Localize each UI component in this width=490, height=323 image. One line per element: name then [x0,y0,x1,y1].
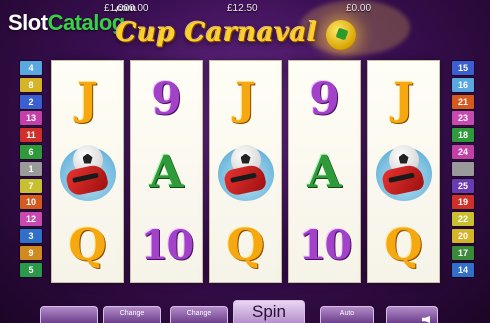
right-payline-badge[interactable]: 25 [452,178,474,193]
left-payline-badge[interactable]: 4 [20,61,42,75]
change-lines-button[interactable]: Change [103,306,161,323]
symbol-A: A [289,136,360,209]
football-symbol-icon [210,136,281,209]
right-payline-badge[interactable]: 17 [452,245,474,260]
symbol-9: 9 [289,63,360,136]
jackpot-3: £0.00 [346,3,372,14]
reel-1: JQ [52,61,123,282]
right-payline-badge[interactable]: 18 [452,128,474,143]
spin-button[interactable]: Spin [233,300,305,323]
left-payline-badge[interactable]: 9 [20,245,42,260]
symbol-Q: Q [52,209,123,282]
symbol-label: 9 [309,74,340,125]
symbol-J: J [368,63,439,136]
football-symbol-icon [52,136,123,209]
symbol-10: 10 [289,209,360,282]
right-payline-badge[interactable]: 21 [452,94,474,109]
auto-button[interactable]: Auto [320,306,374,323]
left-payline-badge[interactable]: 1 [20,161,42,176]
left-payline-badge[interactable]: 8 [20,77,42,92]
reel-5: JQ [368,61,439,282]
symbol-9: 9 [131,63,202,136]
football-icon [326,20,356,50]
symbol-A: A [131,136,202,209]
reel-2: 9 A 10 [131,61,202,282]
left-payline-badge[interactable]: 13 [20,111,42,126]
game-screen: SlotCatalog .com £1,000.00 £12.50 £0.00 … [0,0,490,323]
symbol-J: J [210,63,281,136]
symbol-Q: Q [368,209,439,282]
right-payline-badge[interactable]: 15 [452,61,474,75]
football-symbol-icon [368,136,439,209]
left-corner-button[interactable] [40,306,98,323]
left-payline-badge[interactable]: 5 [20,262,42,277]
reel-3: JQ [210,61,281,282]
symbol-label: J [393,74,414,125]
symbol-label: Q [226,220,265,271]
symbol-label: Q [68,220,107,271]
symbol-label: A [307,147,342,198]
left-payline-badge[interactable]: 3 [20,229,42,243]
right-payline-badge[interactable]: 20 [452,229,474,243]
right-payline-badge[interactable]: 19 [452,195,474,210]
right-payline-badge[interactable]: 24 [452,145,474,159]
right-payline-badge[interactable] [452,161,474,176]
left-payline-badge[interactable]: 7 [20,178,42,193]
symbol-label: 10 [298,222,353,269]
symbol-Q: Q [210,209,281,282]
right-payline-badge[interactable]: 14 [452,262,474,277]
symbol-label: J [77,74,98,125]
right-payline-badge[interactable]: 22 [452,212,474,227]
symbol-label: Q [384,220,423,271]
symbol-label: J [235,74,256,125]
symbol-label: 9 [151,74,182,125]
jackpot-2: £12.50 [227,3,258,14]
change-bet-button[interactable]: Change [170,306,228,323]
jackpot-1: £1,000.00 [104,3,149,14]
game-logo: Cup Carnaval [116,18,318,48]
symbol-label: 10 [140,222,195,269]
left-payline-badge[interactable]: 12 [20,212,42,227]
right-payline-badge[interactable]: 16 [452,77,474,92]
symbol-label: A [149,147,184,198]
right-payline-badge[interactable]: 23 [452,111,474,126]
left-payline-badge[interactable]: 2 [20,94,42,109]
left-payline-badge[interactable]: 10 [20,195,42,210]
symbol-10: 10 [131,209,202,282]
left-payline-badge[interactable]: 6 [20,145,42,159]
right-corner-button[interactable] [386,306,438,323]
symbol-J: J [52,63,123,136]
left-payline-badge[interactable]: 11 [20,128,42,143]
reel-4: 9 A 10 [289,61,360,282]
